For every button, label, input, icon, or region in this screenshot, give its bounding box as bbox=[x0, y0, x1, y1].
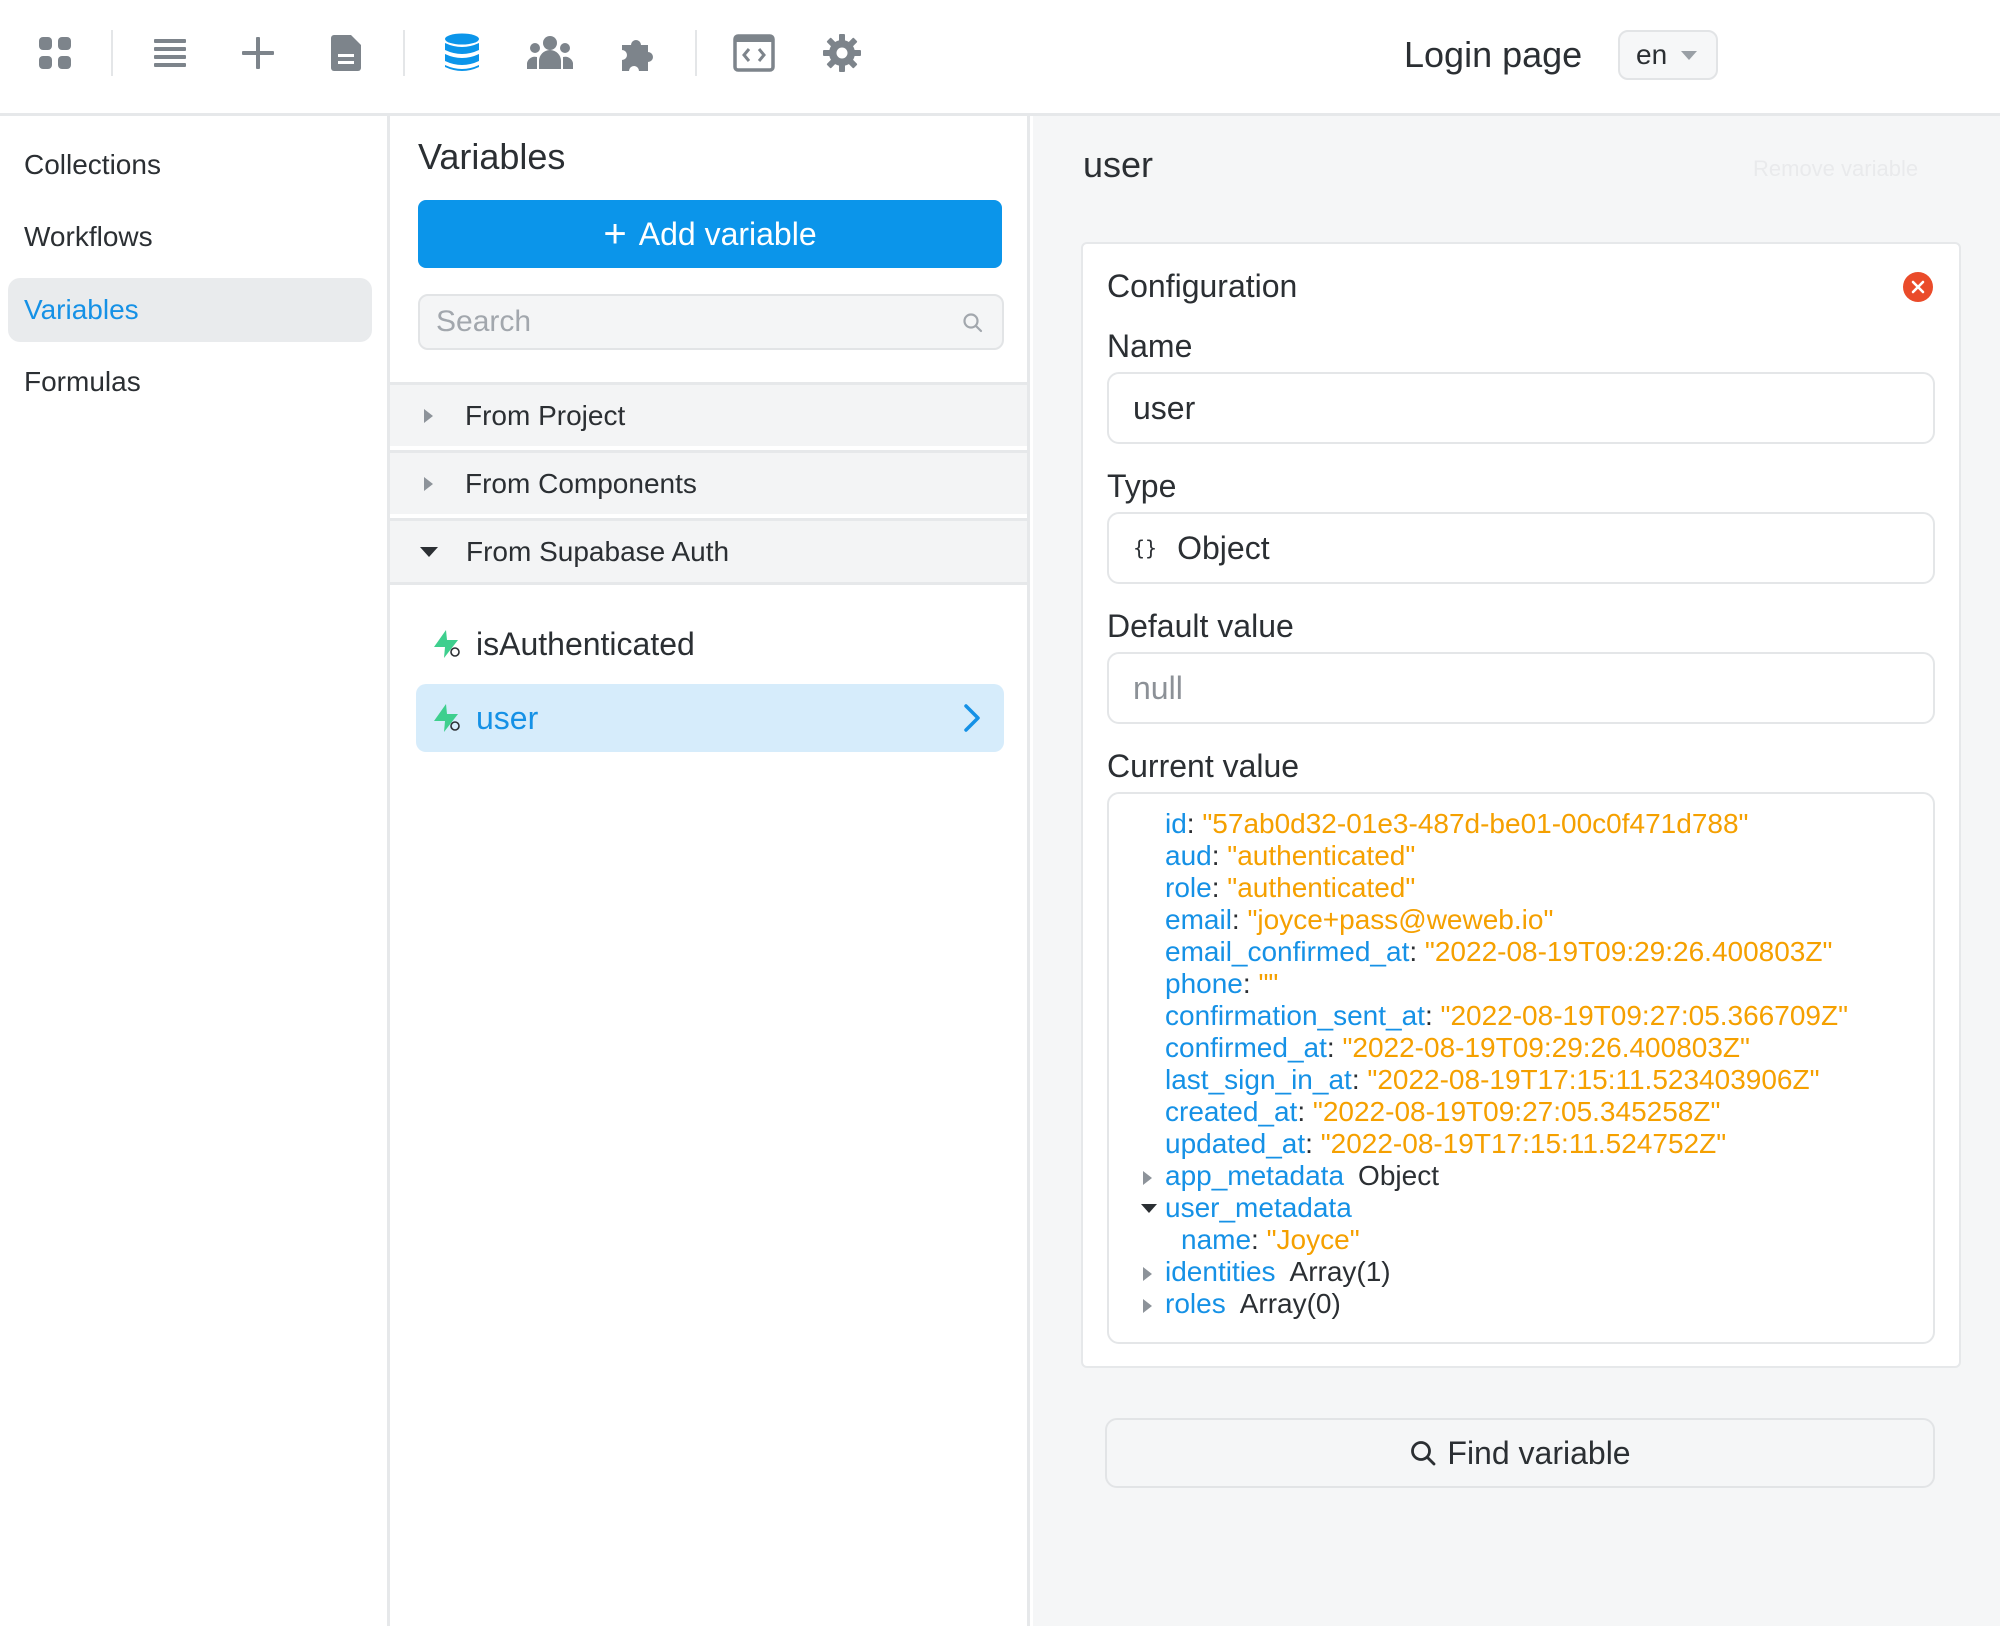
toolbar-divider bbox=[403, 30, 405, 76]
toolbar-divider bbox=[111, 30, 113, 76]
json-row-collapsed[interactable]: identities Array(1) bbox=[1143, 1256, 1391, 1288]
object-type-icon: {} bbox=[1133, 536, 1158, 560]
panel-title: Variables bbox=[418, 136, 566, 177]
caret-down-icon bbox=[420, 546, 438, 557]
sidebar-item-label: Workflows bbox=[24, 221, 153, 252]
json-row-nested: name: "Joyce" bbox=[1181, 1224, 1360, 1255]
search-icon bbox=[1409, 1439, 1437, 1467]
configuration-card: Configuration Name user Type {} Object D… bbox=[1081, 242, 1961, 1368]
users-icon[interactable] bbox=[523, 26, 577, 80]
variable-item-user[interactable]: user bbox=[416, 684, 1004, 752]
caret-right-icon bbox=[424, 408, 433, 423]
sidebar-item-label: Formulas bbox=[24, 366, 141, 397]
group-from-components[interactable]: From Components bbox=[390, 450, 1027, 514]
sidebar-item-label: Variables bbox=[24, 294, 139, 325]
add-variable-button[interactable]: + Add variable bbox=[418, 200, 1002, 268]
name-field[interactable]: user bbox=[1107, 372, 1935, 444]
apps-icon[interactable] bbox=[28, 26, 82, 80]
group-label: From Components bbox=[465, 467, 697, 499]
json-row-collapsed[interactable]: roles Array(0) bbox=[1143, 1288, 1341, 1320]
name-label: Name bbox=[1107, 328, 1193, 364]
database-icon[interactable] bbox=[435, 26, 489, 80]
name-value: user bbox=[1133, 389, 1196, 426]
find-variable-label: Find variable bbox=[1447, 1434, 1631, 1471]
caret-right-icon bbox=[1143, 1171, 1152, 1185]
close-icon[interactable] bbox=[1903, 272, 1933, 302]
variable-detail-panel: user Remove variable Configuration Name … bbox=[1033, 116, 2000, 1626]
json-row: email: "joyce+pass@weweb.io" bbox=[1165, 904, 1554, 935]
caret-right-icon bbox=[1143, 1267, 1152, 1281]
page-title: Login page bbox=[1404, 34, 1583, 75]
json-row: role: "authenticated" bbox=[1165, 872, 1416, 903]
json-row-expanded[interactable]: user_metadata bbox=[1141, 1192, 1352, 1224]
json-row: updated_at: "2022-08-19T17:15:11.524752Z… bbox=[1165, 1128, 1727, 1159]
type-value: Object bbox=[1177, 529, 1270, 566]
language-value: en bbox=[1636, 39, 1668, 70]
search-field bbox=[418, 294, 1004, 350]
sidebar-item-collections[interactable]: Collections bbox=[8, 133, 372, 197]
json-row: confirmed_at: "2022-08-19T09:29:26.40080… bbox=[1165, 1032, 1750, 1063]
card-title: Configuration bbox=[1107, 268, 1298, 304]
add-icon[interactable] bbox=[231, 26, 285, 80]
left-sidebar: Collections Workflows Variables Formulas bbox=[0, 116, 390, 1626]
search-icon bbox=[962, 312, 984, 339]
caret-right-icon bbox=[424, 476, 433, 491]
code-icon[interactable] bbox=[727, 26, 781, 80]
default-value: null bbox=[1133, 669, 1183, 706]
json-row: confirmation_sent_at: "2022-08-19T09:27:… bbox=[1165, 1000, 1849, 1031]
search-input[interactable] bbox=[436, 305, 936, 339]
sidebar-item-formulas[interactable]: Formulas bbox=[8, 350, 372, 414]
variable-name: user bbox=[476, 699, 539, 736]
layers-icon[interactable] bbox=[143, 26, 197, 80]
plus-icon: + bbox=[603, 212, 627, 256]
current-value-label: Current value bbox=[1107, 748, 1300, 784]
default-value-label: Default value bbox=[1107, 608, 1294, 644]
sidebar-item-label: Collections bbox=[24, 149, 161, 180]
json-row-collapsed[interactable]: app_metadata Object bbox=[1143, 1160, 1439, 1192]
sidebar-item-variables[interactable]: Variables bbox=[8, 278, 372, 342]
chevron-right-icon bbox=[962, 702, 982, 742]
group-from-project[interactable]: From Project bbox=[390, 382, 1027, 446]
json-row: id: "57ab0d32-01e3-487d-be01-00c0f471d78… bbox=[1165, 808, 1749, 839]
remove-variable-link[interactable]: Remove variable bbox=[1753, 156, 1918, 182]
json-row: email_confirmed_at: "2022-08-19T09:29:26… bbox=[1165, 936, 1833, 967]
json-row: phone: "" bbox=[1165, 968, 1279, 999]
page-icon[interactable] bbox=[319, 26, 373, 80]
caret-down-icon bbox=[1681, 50, 1698, 60]
language-select[interactable]: en bbox=[1618, 30, 1718, 80]
supabase-variable-icon bbox=[432, 703, 462, 733]
json-row: aud: "authenticated" bbox=[1165, 840, 1416, 871]
type-select[interactable]: {} Object bbox=[1107, 512, 1935, 584]
group-from-supabase-auth[interactable]: From Supabase Auth bbox=[390, 518, 1027, 585]
type-label: Type bbox=[1107, 468, 1177, 504]
json-row: created_at: "2022-08-19T09:27:05.345258Z… bbox=[1165, 1096, 1721, 1127]
toolbar-divider bbox=[695, 30, 697, 76]
variable-name: isAuthenticated bbox=[476, 625, 695, 662]
caret-down-icon bbox=[1141, 1204, 1157, 1213]
add-variable-label: Add variable bbox=[638, 215, 817, 252]
group-label: From Project bbox=[465, 399, 626, 431]
default-value-field[interactable]: null bbox=[1107, 652, 1935, 724]
variables-panel: Variables + Add variable From Project Fr… bbox=[390, 116, 1030, 1626]
current-value-viewer: id: "57ab0d32-01e3-487d-be01-00c0f471d78… bbox=[1107, 792, 1935, 1344]
variable-title: user bbox=[1083, 144, 1154, 185]
json-row: last_sign_in_at: "2022-08-19T17:15:11.52… bbox=[1165, 1064, 1820, 1095]
find-variable-button[interactable]: Find variable bbox=[1105, 1418, 1935, 1488]
plugins-icon[interactable] bbox=[611, 26, 665, 80]
caret-right-icon bbox=[1143, 1299, 1152, 1313]
sidebar-item-workflows[interactable]: Workflows bbox=[8, 205, 372, 269]
variable-item-isauthenticated[interactable]: isAuthenticated bbox=[416, 610, 1004, 678]
settings-icon[interactable] bbox=[815, 26, 869, 80]
top-toolbar: Login page en bbox=[0, 0, 2000, 116]
supabase-variable-icon bbox=[432, 629, 462, 659]
group-label: From Supabase Auth bbox=[466, 535, 730, 567]
